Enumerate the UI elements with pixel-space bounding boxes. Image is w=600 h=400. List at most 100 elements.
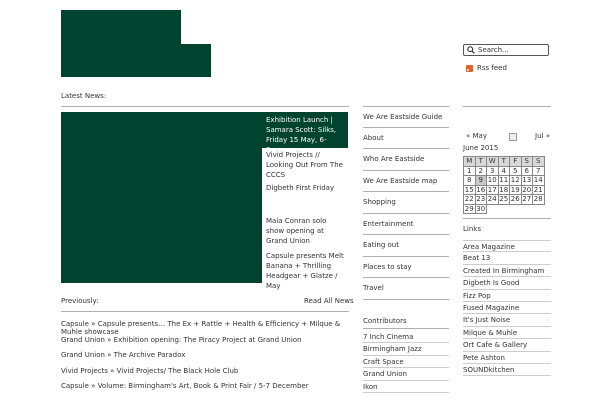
calendar-day: 26	[509, 194, 522, 205]
list-item[interactable]: Ort Cafe & Gallery	[463, 339, 551, 352]
list-item[interactable]: It's Just Noise	[463, 314, 551, 327]
list-item[interactable]: Capsule » Volume: Birmingham's Art, Book…	[61, 382, 351, 398]
nav-item[interactable]: We Are Eastside map	[363, 171, 449, 192]
list-item[interactable]: Area Magazine	[463, 240, 551, 253]
list-item[interactable]: 7 Inch Cinema	[363, 331, 449, 344]
calendar-day: 25	[497, 194, 510, 205]
divider	[363, 328, 449, 329]
list-item[interactable]: Grand Union » The Archive Paradox	[61, 351, 351, 367]
list-item[interactable]: Grand Union	[363, 368, 449, 381]
list-item[interactable]: Beat 13	[463, 252, 551, 265]
previously-label: Previously:	[61, 297, 99, 305]
calendar-day: 19	[509, 184, 522, 195]
nav-item[interactable]: Entertainment	[363, 214, 449, 235]
nav-item[interactable]: Eating out	[363, 235, 449, 257]
calendar-next-link[interactable]: Jul »	[535, 132, 550, 140]
nav-item[interactable]: Places to stay	[363, 257, 449, 278]
feature-item[interactable]: Vivid Projects // Looking Out From The C…	[262, 150, 348, 180]
nav-item[interactable]: About	[363, 128, 449, 149]
list-item[interactable]: Created In Birmingham	[463, 265, 551, 278]
divider	[61, 106, 349, 107]
contributors-list: 7 Inch Cinema Birmingham Jazz Craft Spac…	[363, 331, 449, 393]
calendar-day: 2	[474, 165, 487, 176]
feature-item[interactable]: Digbeth First Friday	[262, 183, 348, 193]
calendar-day: 13	[520, 175, 533, 186]
calendar-day-empty	[533, 204, 545, 214]
previous-news-list: Capsule » Capsule presents… The Ex + Rat…	[61, 320, 351, 398]
search-box	[463, 44, 549, 56]
calendar-day: 22	[463, 194, 476, 205]
calendar-day-header: W	[486, 156, 499, 167]
calendar-day: 15	[463, 184, 476, 195]
nav-item[interactable]: Shopping	[363, 192, 449, 214]
calendar-day: 16	[474, 184, 487, 195]
divider	[61, 311, 349, 312]
feature-item-active[interactable]: Exhibition Launch | Samara Scott: Silks,…	[262, 112, 348, 154]
calendar-image-icon	[509, 133, 517, 141]
calendar-day: 7	[532, 165, 545, 176]
search-icon	[467, 46, 475, 54]
calendar-day: 10	[486, 175, 499, 186]
calendar-day: 5	[509, 165, 522, 176]
calendar-day-header: M	[463, 156, 476, 167]
calendar-day-header: S	[532, 156, 545, 167]
list-item[interactable]: Vivid Projects » Vivid Projects/ The Bla…	[61, 367, 351, 383]
list-item[interactable]: Fizz Pop	[463, 290, 551, 302]
calendar-day-empty	[487, 204, 499, 214]
calendar-day: 1	[463, 165, 476, 176]
calendar-day: 11	[497, 175, 510, 186]
calendar-day: 3	[486, 165, 499, 176]
latest-news-label: Latest News:	[61, 92, 107, 100]
read-all-news-link[interactable]: Read All News	[304, 297, 354, 305]
list-item[interactable]: SOUNDkitchen	[463, 364, 551, 377]
calendar-day: 18	[497, 184, 510, 195]
calendar-day: 28	[532, 194, 545, 205]
calendar-day: 4	[497, 165, 510, 176]
divider	[463, 218, 551, 219]
calendar-day: 6	[520, 165, 533, 176]
rss-feed-link[interactable]: Rss feed	[466, 64, 507, 72]
section-nav: We Are Eastside Guide About Who Are East…	[363, 106, 449, 300]
calendar-day: 24	[486, 194, 499, 205]
feature-image[interactable]	[61, 112, 262, 283]
contributors-label: Contributors	[363, 317, 407, 325]
calendar-table: M T W T F S S 1 2 3 4 5 6 7 8 9 10 11 12…	[463, 156, 545, 214]
list-item[interactable]: Craft Space	[363, 356, 449, 369]
search-input[interactable]	[478, 46, 548, 54]
calendar-day: 17	[486, 184, 499, 195]
calendar-day: 14	[532, 175, 545, 186]
site-logo[interactable]	[61, 10, 181, 77]
list-item[interactable]: Capsule » Capsule presents… The Ex + Rat…	[61, 320, 351, 336]
calendar-day: 29	[463, 203, 476, 214]
calendar-day-header: T	[474, 156, 487, 167]
calendar-title: June 2015	[463, 144, 499, 152]
nav-item[interactable]: Travel	[363, 278, 449, 300]
calendar-day-header: F	[509, 156, 522, 167]
calendar-day: 23	[474, 194, 487, 205]
list-item[interactable]: Digbeth Is Good	[463, 277, 551, 290]
divider	[463, 106, 551, 107]
site-logo-tab[interactable]	[181, 44, 211, 77]
list-item[interactable]: Pete Ashton	[463, 352, 551, 364]
calendar-day-empty	[510, 204, 522, 214]
list-item[interactable]: Ikon	[363, 381, 449, 393]
feature-item[interactable]: Maia Conran solo show opening at Grand U…	[262, 216, 348, 246]
feature-item[interactable]: Capsule presents Melt Banana + Thrilling…	[262, 251, 348, 291]
links-label: Links	[463, 225, 481, 233]
calendar-day-header: T	[497, 156, 510, 167]
rss-icon	[466, 64, 473, 72]
calendar-day: 21	[532, 184, 545, 195]
calendar-day-today: 9	[474, 175, 487, 186]
nav-item[interactable]: Who Are Eastside	[363, 149, 449, 171]
list-item[interactable]: Milque & Muhle	[463, 327, 551, 340]
list-item[interactable]: Birmingham Jazz	[363, 343, 449, 356]
calendar-day: 30	[474, 203, 487, 214]
list-item[interactable]: Fused Magazine	[463, 302, 551, 315]
calendar-day: 20	[520, 184, 533, 195]
calendar-prev-link[interactable]: « May	[466, 132, 487, 140]
rss-label: Rss feed	[477, 64, 507, 72]
nav-item[interactable]: We Are Eastside Guide	[363, 106, 449, 128]
calendar-day: 8	[463, 175, 476, 186]
links-list: Area Magazine Beat 13 Created In Birming…	[463, 240, 551, 377]
list-item[interactable]: Grand Union » Exhibition opening: The Pi…	[61, 336, 351, 352]
